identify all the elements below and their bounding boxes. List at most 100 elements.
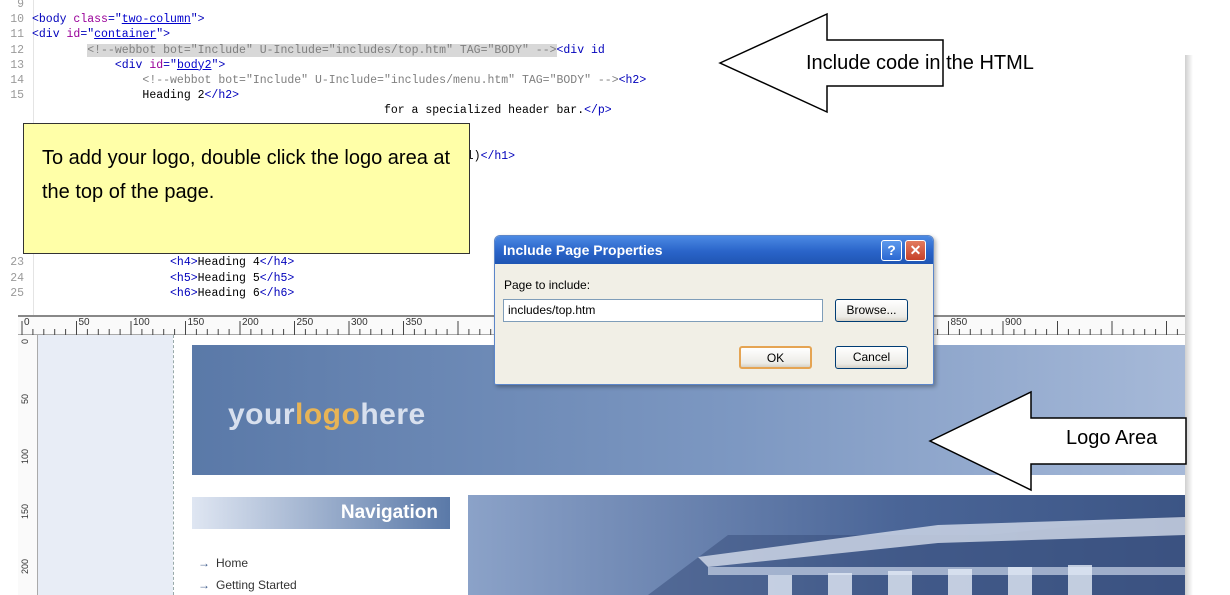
help-icon: ? [887, 242, 896, 258]
code-token: <h6> [170, 286, 198, 300]
vruler-label: 200 [20, 559, 30, 575]
line-number: 13 [10, 58, 24, 72]
line-number: 11 [10, 28, 24, 42]
column [768, 575, 792, 595]
close-icon: ✕ [909, 242, 922, 258]
column [1008, 567, 1032, 595]
code-token: Heading 2 [32, 89, 205, 103]
ruler-label: 250 [296, 317, 314, 328]
line-number: 12 [10, 43, 24, 57]
logo-placeholder[interactable]: yourlogohere [228, 398, 426, 432]
code-token: body2 [176, 58, 212, 72]
code-token: </h1> [480, 150, 516, 163]
code-token: </h2> [204, 89, 240, 103]
logo-part-logo: logo [295, 398, 361, 431]
vruler-label: 100 [20, 449, 30, 465]
ruler-label: 100 [133, 317, 150, 328]
code-token: "> [156, 28, 171, 42]
ruler-label: 50 [78, 317, 90, 328]
column [888, 571, 912, 595]
code-token: <body [32, 13, 74, 27]
include-page-properties-dialog[interactable]: Include Page Properties ? ✕ Page to incl… [494, 235, 934, 385]
line-number: 10 [10, 13, 24, 27]
code-token: </p> [584, 104, 612, 118]
code-token: <div [32, 28, 67, 42]
code-line[interactable]: 25 <h6>Heading 6</h6> [0, 286, 294, 301]
building-illustration [648, 515, 1185, 595]
code-token: two-column [121, 13, 191, 27]
line-number: 23 [10, 256, 24, 270]
code-line[interactable]: 11 <div id="container"> [0, 27, 170, 42]
ruler-label: 150 [187, 317, 205, 328]
line-number: 14 [10, 74, 24, 87]
vruler-label: 50 [20, 394, 30, 405]
code-line[interactable]: 13 <div id="body2"> [0, 58, 225, 73]
code-token: <!--webbot bot="Include" U-Include="incl… [87, 43, 557, 57]
vruler-label: 150 [20, 504, 30, 520]
page-to-include-input[interactable]: includes/top.htm [503, 299, 823, 322]
building-image [468, 495, 1185, 595]
ok-button[interactable]: OK [739, 346, 812, 369]
code-token: </h5> [259, 271, 295, 285]
code-line[interactable]: 9 [0, 0, 32, 12]
line-number: 24 [10, 271, 24, 285]
code-token: <h4> [170, 256, 198, 270]
code-token: "> [190, 13, 205, 27]
browse-button[interactable]: Browse... [835, 299, 908, 322]
code-line[interactable]: 12 <!--webbot bot="Include" U-Include="i… [0, 43, 605, 58]
code-token: id [66, 28, 81, 42]
cornice [708, 567, 1185, 575]
code-token: container [94, 28, 157, 42]
code-line[interactable]: 15 Heading 2</h2> [0, 88, 239, 103]
code-token: =" [163, 58, 177, 72]
logo-part-your: your [228, 398, 296, 431]
dialog-title: Include Page Properties [503, 242, 663, 258]
navigation-heading: Navigation [192, 497, 450, 529]
vruler-label: 0 [20, 339, 30, 345]
line-number: 15 [10, 89, 24, 103]
code-token: =" [80, 28, 95, 42]
callout-text: To add your logo, double click the logo … [42, 147, 451, 203]
code-token: <h2> [618, 74, 647, 87]
code-token: "> [211, 58, 226, 72]
code-token: for a specialized header bar. [32, 104, 585, 118]
arrow-right-icon: → [198, 556, 210, 570]
code-line[interactable]: for a specialized header bar.</p> [0, 103, 612, 118]
code-token: <!--webbot bot="Include" U-Include="incl… [142, 74, 619, 87]
ruler-label: 900 [1005, 317, 1022, 328]
ruler-label: 350 [405, 317, 423, 328]
dialog-titlebar[interactable]: Include Page Properties ? ✕ [495, 236, 933, 264]
close-button[interactable]: ✕ [905, 240, 926, 261]
code-line[interactable]: 10 <body class="two-column"> [0, 12, 205, 27]
window-shadow [1185, 55, 1193, 595]
logo-part-here: here [360, 398, 426, 431]
line-number: 25 [10, 286, 24, 300]
nav-link-getting-started[interactable]: → Getting Started [198, 578, 297, 592]
code-token: <h5> [170, 271, 198, 285]
help-button[interactable]: ? [881, 240, 902, 261]
code-line[interactable]: 14 <!--webbot bot="Include" U-Include="i… [0, 73, 646, 88]
code-token: <div [114, 58, 150, 72]
code-token: =" [107, 13, 122, 27]
nav-link-home[interactable]: → Home [198, 556, 248, 570]
page-margin-area [38, 335, 173, 595]
cancel-button[interactable]: Cancel [835, 346, 908, 369]
code-token: class [73, 13, 108, 27]
code-token: <div id [556, 43, 605, 57]
ruler-label: 850 [950, 317, 968, 328]
code-line[interactable]: 24 <h5>Heading 5</h5> [0, 271, 294, 286]
line-number: 9 [17, 0, 24, 11]
code-token: Heading 4 [197, 256, 260, 270]
code-token: id [149, 58, 164, 72]
ruler-label: 0 [24, 317, 30, 328]
instruction-callout: To add your logo, double click the logo … [23, 123, 470, 254]
ruler-label: 200 [242, 317, 259, 328]
code-line[interactable]: 23 <h4>Heading 4</h4> [0, 255, 294, 270]
column [828, 573, 852, 595]
column [948, 569, 972, 595]
